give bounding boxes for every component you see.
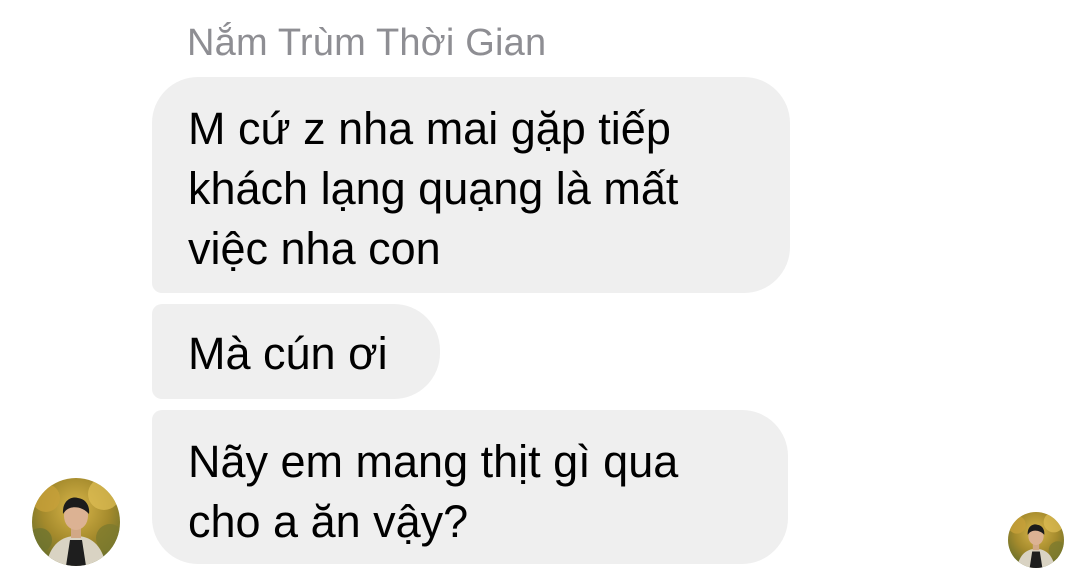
message-text-line: M cứ z nha mai gặp tiếp [188,103,671,154]
profile-photo-avatar-icon [32,478,120,566]
seen-avatar-icon [1008,512,1064,568]
message-text-line: cho a ăn vậy? [188,496,469,547]
sender-name: Nắm Trùm Thời Gian [187,22,547,64]
sender-avatar[interactable] [32,478,120,566]
message-text-line: Mà cún ơi [188,328,388,379]
chat-thread: Nắm Trùm Thời Gian M cứ z nha mai gặp ti… [0,0,1080,573]
message-text-line: khách lạng quạng là mất [188,163,679,214]
message-bubble[interactable]: Nãy em mang thịt gì qua cho a ăn vậy? [152,410,788,564]
message-text-line: Nãy em mang thịt gì qua [188,436,679,487]
message-bubble[interactable]: M cứ z nha mai gặp tiếp khách lạng quạng… [152,77,790,293]
message-bubble[interactable]: Mà cún ơi [152,304,440,399]
seen-indicator-avatar [1008,512,1064,568]
message-text-line: việc nha con [188,223,441,274]
